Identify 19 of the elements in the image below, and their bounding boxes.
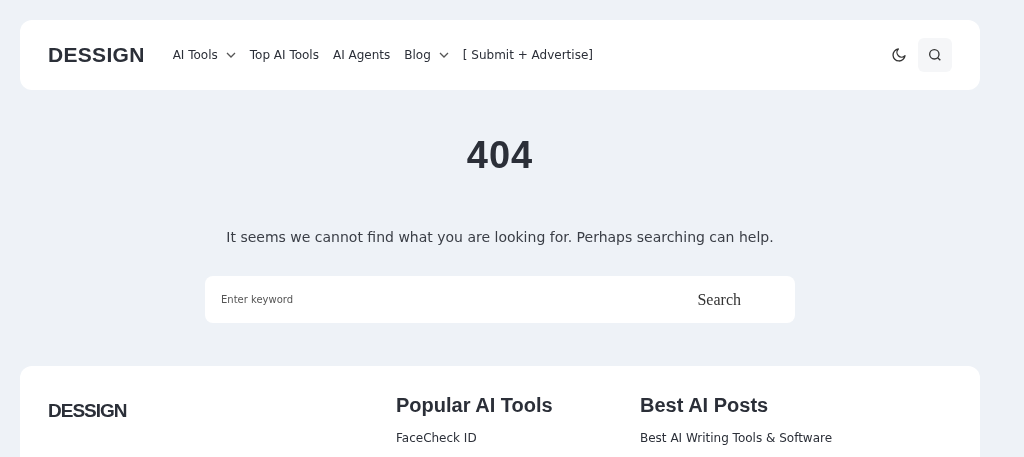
search-icon [927,47,943,63]
chevron-down-icon [438,52,449,58]
search-button[interactable] [918,38,952,72]
error-message: It seems we cannot find what you are looking for. Perhaps searching can help. [226,229,774,245]
footer-heading: Best AI Posts [640,394,769,417]
nav-link[interactable]: Top AI Tools [249,48,319,62]
footer-link[interactable]: FaceCheck ID [396,431,477,445]
nav-link[interactable]: Blog [404,48,449,62]
nav-link[interactable]: AI Tools [172,48,236,62]
moon-icon [891,47,907,63]
chevron-down-icon [225,52,236,58]
search-submit-button[interactable]: Search [691,289,747,310]
footer-heading: Popular AI Tools [396,394,553,417]
logo[interactable]: DESSIGN [48,43,145,67]
nav-link[interactable]: [ Submit + Advertise] [462,48,593,62]
footer-link[interactable]: Best AI Writing Tools & Software [640,431,833,445]
error-code: 404 [466,134,534,177]
nav-link[interactable]: AI Agents [332,48,391,62]
footer-logo[interactable]: DESSIGN [48,400,127,422]
